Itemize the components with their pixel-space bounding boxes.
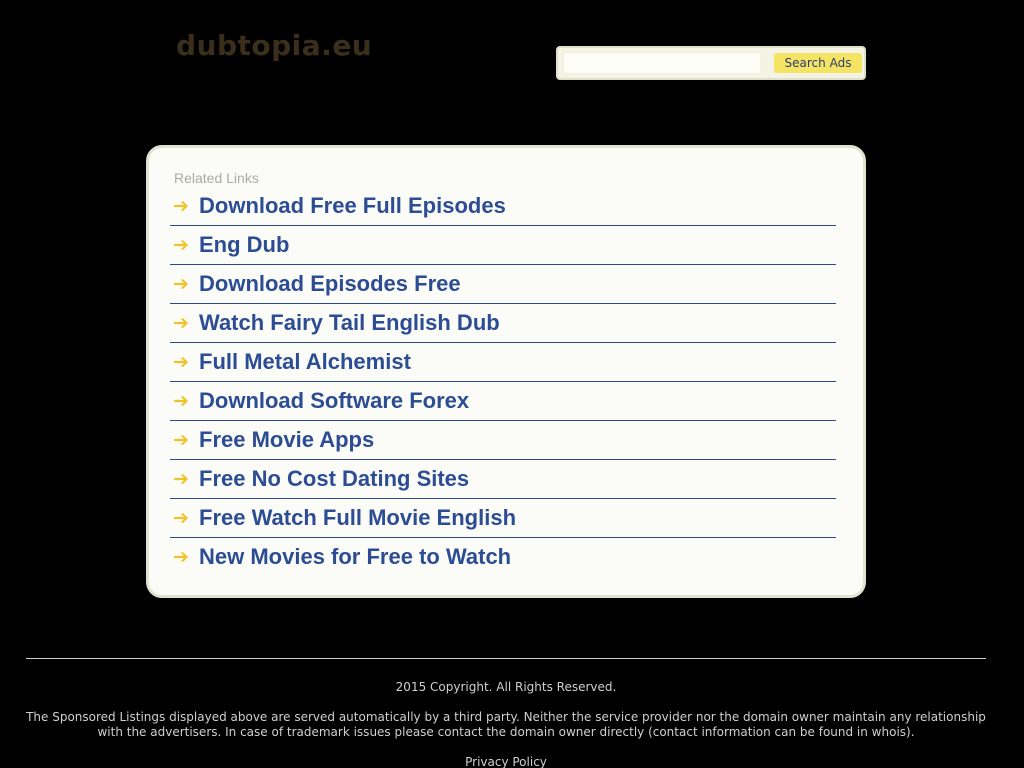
arrow-right-icon: ➔ <box>173 390 189 412</box>
list-item: ➔ Download Free Full Episodes <box>170 187 836 226</box>
related-links-heading: Related Links <box>174 170 259 186</box>
list-item: ➔ Download Software Forex <box>170 382 836 421</box>
arrow-right-icon: ➔ <box>173 234 189 256</box>
search-ads-button[interactable]: Search Ads <box>774 53 862 73</box>
related-link[interactable]: Download Episodes Free <box>199 271 461 297</box>
list-item: ➔ New Movies for Free to Watch <box>170 538 836 576</box>
list-item: ➔ Free Movie Apps <box>170 421 836 460</box>
list-item: ➔ Full Metal Alchemist <box>170 343 836 382</box>
related-link[interactable]: Free Movie Apps <box>199 427 374 453</box>
list-item: ➔ Free Watch Full Movie English <box>170 499 836 538</box>
related-link[interactable]: Download Free Full Episodes <box>199 193 506 219</box>
arrow-right-icon: ➔ <box>173 468 189 490</box>
related-link[interactable]: Download Software Forex <box>199 388 469 414</box>
disclaimer-text: The Sponsored Listings displayed above a… <box>26 710 986 739</box>
site-title[interactable]: dubtopia.eu <box>176 28 372 64</box>
list-item: ➔ Eng Dub <box>170 226 836 265</box>
privacy-policy-link[interactable]: Privacy Policy <box>26 755 986 768</box>
related-links-list: ➔ Download Free Full Episodes ➔ Eng Dub … <box>170 187 836 576</box>
related-link[interactable]: Free No Cost Dating Sites <box>199 466 469 492</box>
related-links-panel: Related Links ➔ Download Free Full Episo… <box>146 145 866 598</box>
footer-divider <box>26 658 986 659</box>
list-item: ➔ Free No Cost Dating Sites <box>170 460 836 499</box>
arrow-right-icon: ➔ <box>173 312 189 334</box>
arrow-right-icon: ➔ <box>173 507 189 529</box>
arrow-right-icon: ➔ <box>173 273 189 295</box>
search-box: Search Ads <box>556 46 866 80</box>
list-item: ➔ Watch Fairy Tail English Dub <box>170 304 836 343</box>
arrow-right-icon: ➔ <box>173 195 189 217</box>
related-link[interactable]: Full Metal Alchemist <box>199 349 411 375</box>
copyright-text: 2015 Copyright. All Rights Reserved. <box>395 680 617 694</box>
list-item: ➔ Download Episodes Free <box>170 265 836 304</box>
related-link[interactable]: Free Watch Full Movie English <box>199 505 516 531</box>
related-link[interactable]: Eng Dub <box>199 232 289 258</box>
arrow-right-icon: ➔ <box>173 546 189 568</box>
arrow-right-icon: ➔ <box>173 351 189 373</box>
related-link[interactable]: Watch Fairy Tail English Dub <box>199 310 500 336</box>
search-input[interactable] <box>563 52 761 74</box>
related-link[interactable]: New Movies for Free to Watch <box>199 544 511 570</box>
arrow-right-icon: ➔ <box>173 429 189 451</box>
